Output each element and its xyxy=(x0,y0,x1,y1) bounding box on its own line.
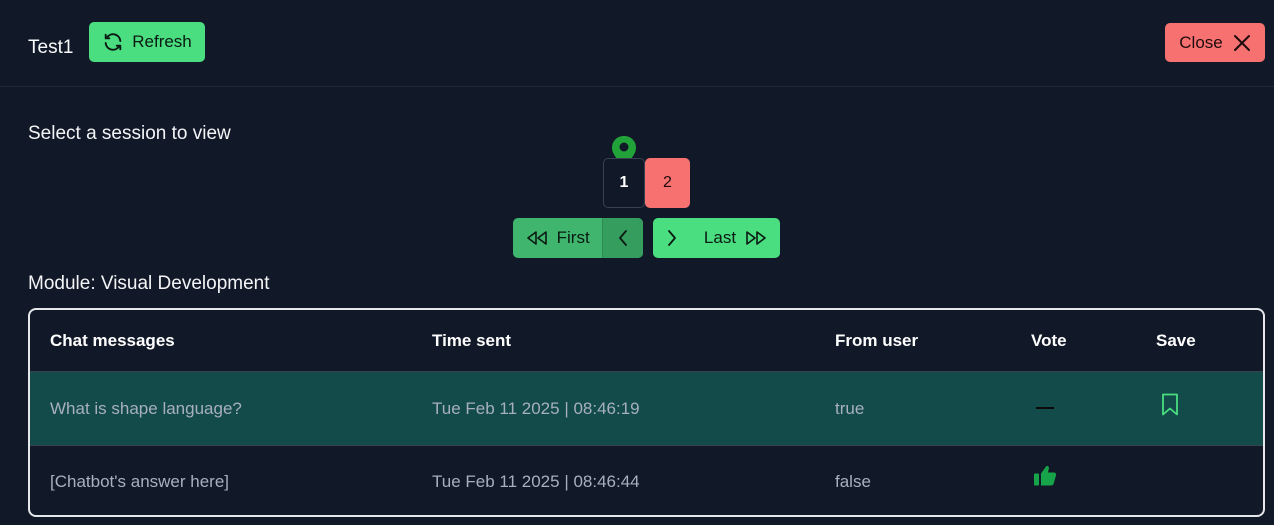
column-header-time: Time sent xyxy=(432,330,512,350)
page-2-button[interactable]: 2 xyxy=(645,158,690,208)
table-header-row: Chat messages Time sent From user Vote S… xyxy=(30,310,1263,372)
chat-table: Chat messages Time sent From user Vote S… xyxy=(28,308,1265,517)
page-title: Test1 xyxy=(28,37,74,58)
column-header-from-user: From user xyxy=(835,330,919,350)
dash-icon[interactable] xyxy=(1036,395,1054,415)
close-icon xyxy=(1233,34,1251,52)
refresh-button[interactable]: Refresh xyxy=(89,22,205,62)
module-label: Module: Visual Development xyxy=(28,273,270,294)
time-cell: Tue Feb 11 2025 | 08:46:19 xyxy=(432,398,640,418)
column-header-vote: Vote xyxy=(1031,330,1067,350)
previous-page-button[interactable] xyxy=(602,218,643,258)
thumbs-up-icon[interactable] xyxy=(1033,464,1057,491)
table-row[interactable]: What is shape language? Tue Feb 11 2025 … xyxy=(30,372,1263,446)
chevron-left-icon xyxy=(617,229,629,247)
table-row[interactable]: [Chatbot's answer here] Tue Feb 11 2025 … xyxy=(30,446,1263,515)
double-chevron-left-icon xyxy=(526,231,548,245)
close-label: Close xyxy=(1179,32,1223,52)
close-button[interactable]: Close xyxy=(1165,23,1265,62)
page-1-button[interactable]: 1 xyxy=(603,158,645,208)
message-cell: What is shape language? xyxy=(50,398,242,418)
last-page-button[interactable]: Last xyxy=(691,218,780,258)
nav-forward-group: Last xyxy=(653,218,780,258)
next-page-button[interactable] xyxy=(653,218,691,258)
first-label: First xyxy=(556,228,590,247)
bookmark-icon[interactable] xyxy=(1160,392,1180,421)
refresh-label: Refresh xyxy=(132,32,192,51)
last-label: Last xyxy=(703,228,737,247)
message-cell: [Chatbot's answer here] xyxy=(50,471,230,491)
column-header-messages: Chat messages xyxy=(50,330,175,350)
from-user-cell: false xyxy=(835,471,871,491)
from-user-cell: true xyxy=(835,398,865,418)
nav-back-group: First xyxy=(513,218,643,258)
first-page-button[interactable]: First xyxy=(513,218,602,258)
chevron-right-icon xyxy=(666,229,678,247)
session-prompt: Select a session to view xyxy=(28,123,231,144)
column-header-save: Save xyxy=(1156,330,1196,350)
double-chevron-right-icon xyxy=(745,231,767,245)
header-bar: Test1 Refresh Close xyxy=(0,0,1274,87)
refresh-icon xyxy=(102,31,124,53)
time-cell: Tue Feb 11 2025 | 08:46:44 xyxy=(432,471,640,491)
